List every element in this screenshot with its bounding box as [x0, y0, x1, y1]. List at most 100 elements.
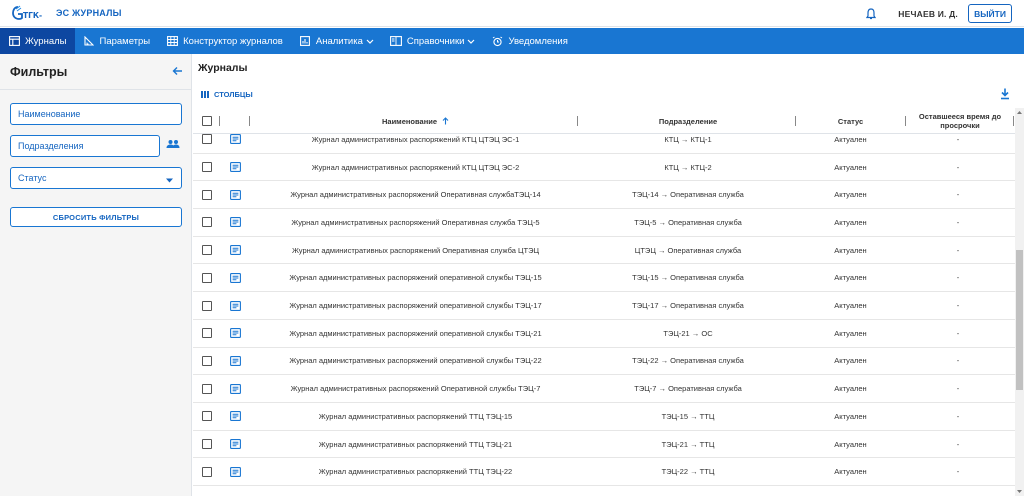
- ruler-icon: [83, 35, 95, 47]
- remaining-time-cell: -: [956, 273, 960, 283]
- journal-name-cell[interactable]: Журнал административных распоряжений Опе…: [253, 209, 578, 236]
- table-row[interactable]: Журнал административных распоряжений опе…: [193, 320, 1015, 348]
- logout-button[interactable]: ВЫЙТИ: [968, 4, 1012, 23]
- header-remaining-time[interactable]: Оставшееся время до просрочки: [915, 108, 1005, 134]
- app-title[interactable]: ЭС ЖУРНАЛЫ: [56, 8, 122, 18]
- table-row[interactable]: Журнал административных распоряжений Опе…: [193, 209, 1015, 237]
- vertical-scrollbar[interactable]: [1015, 108, 1024, 496]
- document-icon[interactable]: [229, 431, 241, 458]
- table-row[interactable]: Журнал административных распоряжений ТТЦ…: [193, 458, 1015, 487]
- journal-name-cell[interactable]: Журнал административных распоряжений ТТЦ…: [253, 458, 578, 485]
- filters-sidebar: Фильтры Наименование Подразделения Стату…: [0, 54, 192, 496]
- row-checkbox[interactable]: [202, 375, 212, 402]
- document-icon[interactable]: [229, 348, 241, 375]
- main-nav: Журналы Параметры Конструктор журналов А…: [0, 28, 1024, 54]
- nav-item-parameters[interactable]: Параметры: [75, 28, 159, 54]
- row-checkbox[interactable]: [202, 431, 212, 458]
- arrow-left-icon[interactable]: [172, 63, 183, 81]
- scrollbar-thumb[interactable]: [1016, 250, 1023, 390]
- document-icon[interactable]: [229, 265, 241, 292]
- nav-item-label: Аналитика: [315, 35, 363, 47]
- document-icon[interactable]: [229, 292, 241, 319]
- table-row[interactable]: Журнал административных распоряжений Опе…: [193, 237, 1015, 265]
- top-header: ТГК-1 ЭС ЖУРНАЛЫ НЕЧАЕВ И. Д. ВЫЙТИ: [0, 0, 1024, 27]
- header-name[interactable]: Наименование: [253, 108, 578, 134]
- company-logo[interactable]: ТГК-1: [12, 0, 42, 27]
- table-row[interactable]: Журнал административных распоряжений опе…: [193, 348, 1015, 376]
- row-checkbox[interactable]: [202, 403, 212, 430]
- nav-item-constructor[interactable]: Конструктор журналов: [158, 28, 291, 54]
- table-row[interactable]: Журнал административных распоряжений Опе…: [193, 375, 1015, 403]
- department-cell: ТЭЦ-5 → Оперативная служба: [634, 217, 742, 227]
- row-checkbox[interactable]: [202, 181, 212, 208]
- row-checkbox[interactable]: [202, 154, 212, 181]
- document-icon[interactable]: [229, 237, 241, 264]
- nav-item-directories[interactable]: Справочники: [382, 28, 484, 54]
- journal-name-cell[interactable]: Журнал административных распоряжений опе…: [253, 265, 578, 292]
- header-status[interactable]: Статус: [798, 108, 903, 134]
- column-divider: [795, 116, 796, 126]
- scroll-up-icon[interactable]: [1015, 108, 1024, 117]
- document-icon[interactable]: [229, 320, 241, 347]
- bell-icon[interactable]: [864, 7, 878, 21]
- row-checkbox[interactable]: [202, 265, 212, 292]
- table-row[interactable]: Журнал административных распоряжений опе…: [193, 292, 1015, 320]
- remaining-time-cell: -: [956, 217, 960, 227]
- people-icon[interactable]: [166, 139, 180, 149]
- document-icon[interactable]: [229, 181, 241, 208]
- journal-name-cell[interactable]: Журнал административных распоряжений КТЦ…: [253, 154, 578, 181]
- document-icon[interactable]: [229, 403, 241, 430]
- nav-item-notifications[interactable]: Уведомления: [483, 28, 575, 54]
- table-row[interactable]: Журнал административных распоряжений ТТЦ…: [193, 431, 1015, 459]
- document-icon[interactable]: [229, 134, 241, 153]
- document-icon[interactable]: [229, 458, 241, 485]
- scroll-down-icon[interactable]: [1015, 487, 1024, 496]
- nav-item-label: Параметры: [99, 35, 151, 47]
- row-checkbox[interactable]: [202, 209, 212, 236]
- nav-item-analytics[interactable]: Аналитика: [291, 28, 382, 54]
- name-filter-input[interactable]: Наименование: [10, 103, 182, 125]
- journal-name-cell[interactable]: Журнал административных распоряжений Опе…: [253, 237, 578, 264]
- sort-up-icon[interactable]: [442, 117, 449, 125]
- document-icon[interactable]: [229, 154, 241, 181]
- row-checkbox[interactable]: [202, 348, 212, 375]
- row-checkbox[interactable]: [202, 134, 212, 153]
- row-checkbox[interactable]: [202, 237, 212, 264]
- journal-name-cell[interactable]: Журнал административных распоряжений опе…: [253, 292, 578, 319]
- journal-name-cell[interactable]: Журнал административных распоряжений опе…: [253, 348, 578, 375]
- row-checkbox[interactable]: [202, 292, 212, 319]
- grid-icon: [166, 35, 178, 47]
- journal-name-cell[interactable]: Журнал административных распоряжений ТТЦ…: [253, 403, 578, 430]
- select-all-checkbox[interactable]: [202, 108, 212, 134]
- department-cell: ТЭЦ-14 → Оперативная служба: [632, 190, 744, 200]
- journal-name-cell[interactable]: Журнал административных распоряжений Опе…: [253, 375, 578, 402]
- status-filter-select[interactable]: Статус: [10, 167, 182, 189]
- table-row[interactable]: Журнал административных распоряжений Опе…: [193, 181, 1015, 210]
- journal-name-cell[interactable]: Журнал административных распоряжений ТТЦ…: [253, 431, 578, 458]
- table-row[interactable]: Журнал административных распоряжений КТЦ…: [193, 134, 1015, 154]
- column-divider: [219, 116, 220, 126]
- journal-name-cell[interactable]: Журнал административных распоряжений Опе…: [253, 181, 578, 208]
- caret-down-icon: [166, 175, 173, 185]
- document-icon[interactable]: [229, 209, 241, 236]
- document-icon[interactable]: [229, 375, 241, 402]
- journal-name-cell[interactable]: Журнал административных распоряжений опе…: [253, 320, 578, 347]
- user-name[interactable]: НЕЧАЕВ И. Д.: [898, 9, 958, 19]
- header-name-label: Наименование: [381, 116, 438, 126]
- nav-item-journals[interactable]: Журналы: [0, 28, 75, 54]
- table-row[interactable]: Журнал административных распоряжений КТЦ…: [193, 154, 1015, 182]
- table-row[interactable]: Журнал административных распоряжений опе…: [193, 265, 1015, 293]
- row-checkbox[interactable]: [202, 458, 212, 485]
- reset-filters-button[interactable]: СБРОСИТЬ ФИЛЬТРЫ: [10, 207, 182, 227]
- remaining-time-cell: -: [956, 384, 960, 394]
- table-row[interactable]: Журнал административных распоряжений ТТЦ…: [193, 403, 1015, 431]
- download-icon[interactable]: [1000, 88, 1010, 100]
- journal-name-cell[interactable]: Журнал административных распоряжений КТЦ…: [253, 134, 578, 153]
- dept-filter-input[interactable]: Подразделения: [10, 135, 160, 157]
- columns-button[interactable]: СТОЛБЦЫ: [201, 90, 253, 99]
- nav-item-label: Уведомления: [508, 35, 568, 47]
- header-dept[interactable]: Подразделение: [583, 108, 793, 134]
- row-checkbox[interactable]: [202, 320, 212, 347]
- chevron-down-icon: [467, 37, 475, 45]
- remaining-time-cell: -: [956, 190, 960, 200]
